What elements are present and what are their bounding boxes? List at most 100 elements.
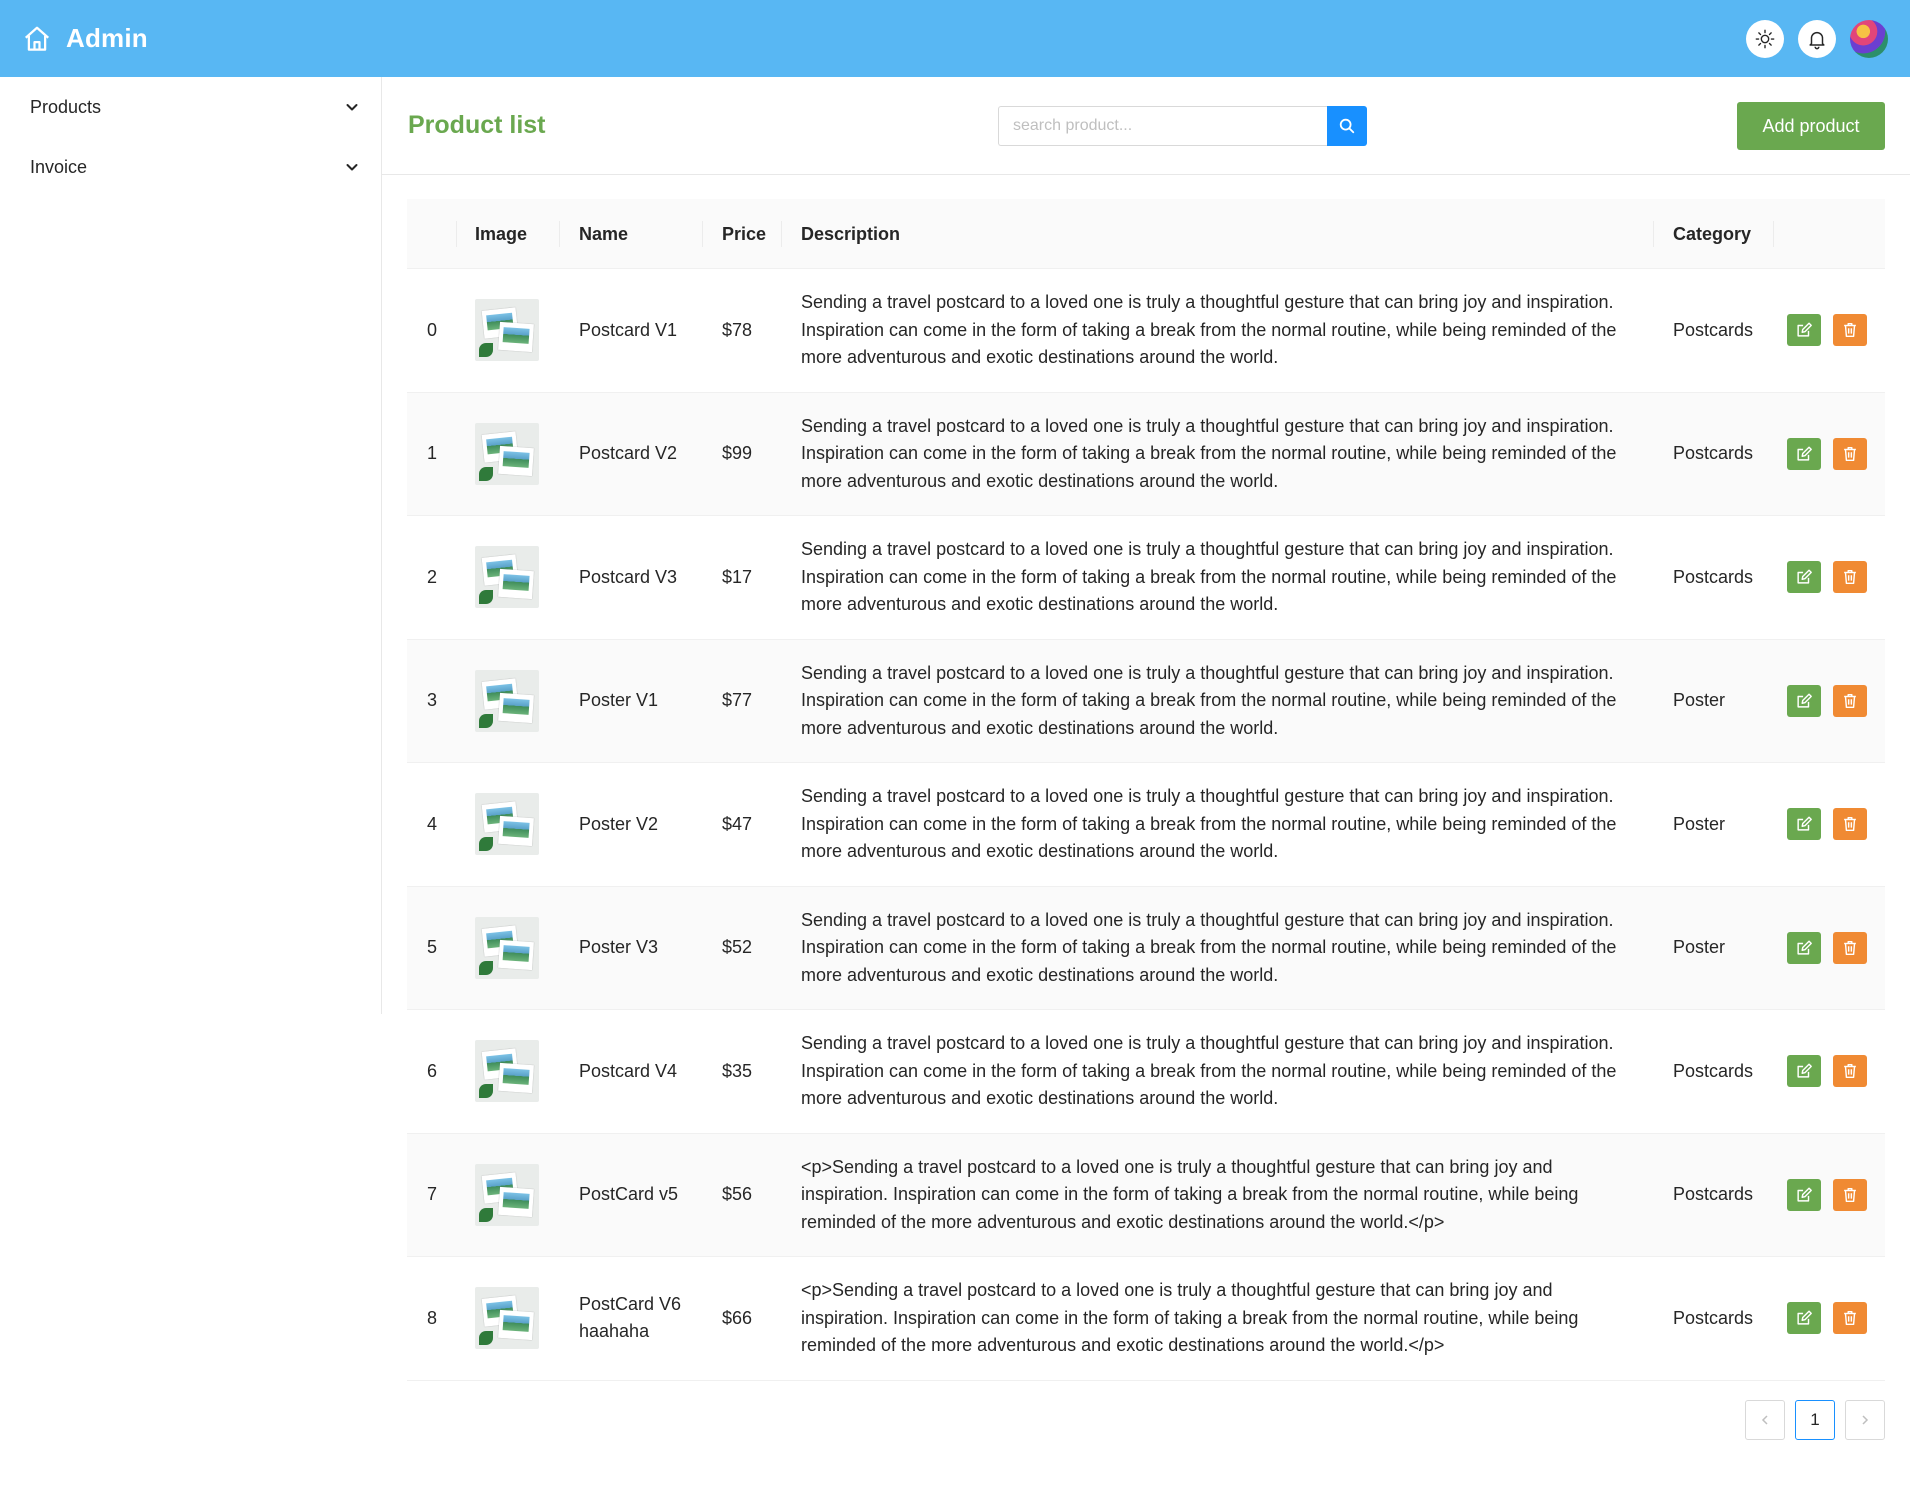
next-page-button[interactable] xyxy=(1845,1400,1885,1440)
delete-button[interactable] xyxy=(1833,314,1867,347)
row-index: 8 xyxy=(427,1307,438,1328)
sidebar-item-products[interactable]: Products xyxy=(0,77,381,137)
table-body: 0 Postcard V1 $78 Sending a travel postc… xyxy=(407,269,1885,1381)
product-image xyxy=(475,299,539,362)
row-actions xyxy=(1787,393,1877,516)
row-actions xyxy=(1787,1134,1877,1257)
delete-button[interactable] xyxy=(1833,1178,1867,1211)
product-description: Sending a travel postcard to a loved one… xyxy=(801,415,1617,491)
delete-button[interactable] xyxy=(1833,1302,1867,1335)
row-index: 6 xyxy=(427,1060,438,1081)
row-index: 0 xyxy=(427,319,438,340)
avatar[interactable] xyxy=(1850,19,1888,58)
column-divider xyxy=(456,221,457,247)
sidebar-item-label: Invoice xyxy=(30,156,88,177)
trash-icon xyxy=(1844,940,1856,955)
product-category: Poster xyxy=(1673,690,1726,711)
add-product-button[interactable]: Add product xyxy=(1737,102,1885,150)
product-image xyxy=(475,669,539,732)
search-button[interactable] xyxy=(1327,106,1367,146)
product-price: $78 xyxy=(722,319,753,340)
delete-button[interactable] xyxy=(1833,561,1867,594)
sidebar-item-label: Products xyxy=(30,96,102,117)
product-image-cell xyxy=(475,887,539,1010)
product-category: Postcards xyxy=(1673,1307,1754,1328)
product-image-cell xyxy=(475,1257,539,1380)
column-header-description: Description xyxy=(801,223,901,244)
edit-button[interactable] xyxy=(1787,931,1821,964)
product-price: $17 xyxy=(722,566,753,587)
row-index: 5 xyxy=(427,937,438,958)
product-description: Sending a travel postcard to a loved one… xyxy=(801,909,1617,985)
product-price: $35 xyxy=(722,1060,753,1081)
page-title: Product list xyxy=(408,111,546,139)
edit-icon xyxy=(1797,569,1812,584)
row-actions xyxy=(1787,269,1877,392)
trash-icon xyxy=(1844,817,1856,832)
product-name: PostCard V6 haahaha xyxy=(579,1294,682,1342)
delete-button[interactable] xyxy=(1833,437,1867,470)
prev-page-button[interactable] xyxy=(1745,1400,1785,1440)
search-icon xyxy=(1339,118,1355,134)
sidebar: Products Invoice xyxy=(0,77,382,1014)
table-row: 8 PostCard V6 haahaha $66 <p>Sending a t… xyxy=(407,1257,1885,1381)
column-divider xyxy=(781,221,782,247)
product-category: Postcards xyxy=(1673,1184,1754,1205)
table-row: 6 Postcard V4 $35 Sending a travel postc… xyxy=(407,1010,1885,1134)
delete-button[interactable] xyxy=(1833,808,1867,841)
product-category: Postcards xyxy=(1673,319,1754,340)
table-row: 1 Postcard V2 $99 Sending a travel postc… xyxy=(407,392,1885,516)
product-table: Image Name Price Description Category 0 … xyxy=(407,199,1885,1381)
notifications-button[interactable] xyxy=(1798,19,1836,58)
trash-icon xyxy=(1844,323,1856,338)
product-image xyxy=(475,1040,539,1103)
product-price: $99 xyxy=(722,443,753,464)
row-actions xyxy=(1787,763,1877,886)
product-image xyxy=(475,1163,539,1226)
row-actions xyxy=(1787,887,1877,1010)
row-actions xyxy=(1787,1010,1877,1133)
row-actions xyxy=(1787,1257,1877,1380)
trash-icon xyxy=(1844,1311,1856,1326)
product-description: Sending a travel postcard to a loved one… xyxy=(801,539,1617,614)
product-image xyxy=(475,422,539,485)
product-image-cell xyxy=(475,1010,539,1133)
trash-icon xyxy=(1844,1064,1856,1079)
admin-home-link[interactable]: Admin xyxy=(22,0,148,77)
edit-icon xyxy=(1797,1187,1812,1202)
page-header: Product list Add product xyxy=(382,77,1910,175)
delete-button[interactable] xyxy=(1833,684,1867,717)
page-button-1[interactable]: 1 xyxy=(1795,1400,1835,1440)
row-actions xyxy=(1787,516,1877,639)
chevron-down-icon xyxy=(346,164,358,171)
product-image xyxy=(475,793,539,856)
table-row: 4 Poster V2 $47 Sending a travel postcar… xyxy=(407,763,1885,887)
product-name: Postcard V3 xyxy=(579,566,678,587)
row-actions xyxy=(1787,640,1877,763)
column-header-name: Name xyxy=(579,223,629,244)
edit-button[interactable] xyxy=(1787,561,1821,594)
edit-button[interactable] xyxy=(1787,437,1821,470)
edit-button[interactable] xyxy=(1787,314,1821,347)
edit-button[interactable] xyxy=(1787,1178,1821,1211)
table-row: 2 Postcard V3 $17 Sending a travel postc… xyxy=(407,516,1885,640)
edit-button[interactable] xyxy=(1787,808,1821,841)
edit-icon xyxy=(1797,1063,1812,1078)
trash-icon xyxy=(1844,446,1856,461)
delete-button[interactable] xyxy=(1833,1055,1867,1088)
row-index: 3 xyxy=(427,690,438,711)
edit-button[interactable] xyxy=(1787,1055,1821,1088)
product-price: $52 xyxy=(722,937,753,958)
table-row: 0 Postcard V1 $78 Sending a travel postc… xyxy=(407,269,1885,393)
theme-toggle-button[interactable] xyxy=(1746,19,1784,58)
product-price: $47 xyxy=(722,813,753,834)
product-description: Sending a travel postcard to a loved one… xyxy=(801,1033,1617,1108)
column-divider xyxy=(559,221,560,247)
search-input[interactable] xyxy=(998,106,1327,146)
sidebar-item-invoice[interactable]: Invoice xyxy=(0,137,381,197)
product-image-cell xyxy=(475,1134,539,1257)
edit-button[interactable] xyxy=(1787,684,1821,717)
edit-button[interactable] xyxy=(1787,1302,1821,1335)
chevron-left-icon xyxy=(1761,1415,1768,1425)
delete-button[interactable] xyxy=(1833,931,1867,964)
